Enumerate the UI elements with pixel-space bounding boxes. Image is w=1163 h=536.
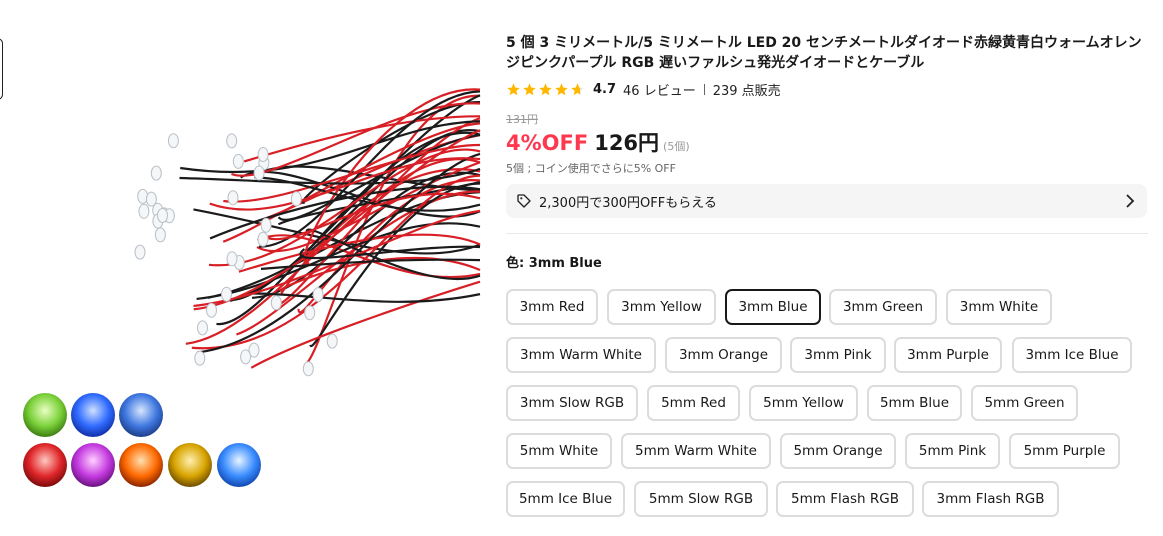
unit-quantity: (5個) <box>663 140 690 153</box>
led-head <box>302 361 314 377</box>
color-option-5mm-purple[interactable]: 5mm Purple <box>1009 433 1120 469</box>
color-option-3mm-ice-blue[interactable]: 3mm Ice Blue <box>1012 337 1132 373</box>
color-option-3mm-flash-rgb[interactable]: 3mm Flash RGB <box>922 481 1059 517</box>
color-option-5mm-yellow[interactable]: 5mm Yellow <box>749 385 858 421</box>
color-option-5mm-green[interactable]: 5mm Green <box>971 385 1078 421</box>
led-head <box>134 244 146 260</box>
rating-value: 4.7 <box>593 81 617 97</box>
coupon-banner[interactable]: 2,300円で300円OFFもらえる <box>506 184 1147 218</box>
color-option-3mm-white[interactable]: 3mm White <box>946 289 1052 325</box>
led-head <box>145 191 157 207</box>
led-head <box>194 350 206 366</box>
sold-count: 239 点販売 <box>712 83 781 99</box>
color-label: 色: 3mm Blue <box>506 256 602 271</box>
led-head <box>197 320 208 336</box>
star-icon <box>555 82 568 95</box>
section-divider <box>506 233 1148 234</box>
star-half-icon <box>571 82 584 95</box>
color-option-5mm-pink[interactable]: 5mm Pink <box>905 433 1000 469</box>
led-head <box>150 165 162 181</box>
star-rating[interactable] <box>506 82 585 97</box>
led-head <box>167 133 179 149</box>
led-head <box>304 305 316 321</box>
led-head <box>257 231 269 247</box>
color-option-3mm-red[interactable]: 3mm Red <box>506 289 598 325</box>
wire-bundle <box>179 88 481 369</box>
led-head <box>227 190 239 206</box>
led-head <box>240 349 252 365</box>
led-head <box>312 287 324 303</box>
original-price: 131円 <box>506 113 538 126</box>
led-head <box>206 302 217 318</box>
led-head <box>221 286 232 302</box>
color-swatches <box>23 393 261 487</box>
color-option-3mm-slow-rgb[interactable]: 3mm Slow RGB <box>506 385 638 421</box>
product-title: 5 個 3 ミリメートル/5 ミリメートル LED 20 センチメートルダイオー… <box>506 35 1142 71</box>
color-option-5mm-orange[interactable]: 5mm Orange <box>780 433 896 469</box>
led-head <box>226 133 238 149</box>
led-head <box>290 191 302 207</box>
color-option-5mm-red[interactable]: 5mm Red <box>647 385 740 421</box>
led-head <box>260 217 272 233</box>
reviews-link[interactable]: 46 レビュー <box>623 80 696 99</box>
color-option-5mm-ice-blue[interactable]: 5mm Ice Blue <box>506 481 625 517</box>
color-option-3mm-green[interactable]: 3mm Green <box>829 289 937 325</box>
led-head <box>326 333 338 349</box>
led-head <box>157 208 168 223</box>
color-option-5mm-warm-white[interactable]: 5mm Warm White <box>621 433 771 469</box>
star-icon <box>507 82 520 95</box>
current-price: 126円 <box>594 131 660 155</box>
color-option-5mm-blue[interactable]: 5mm Blue <box>867 385 962 421</box>
led-head <box>138 203 150 219</box>
star-icon <box>523 82 536 95</box>
coin-note: 5個 ; コイン使用でさらに5% OFF <box>506 162 676 175</box>
color-option-5mm-slow-rgb[interactable]: 5mm Slow RGB <box>634 481 768 517</box>
color-option-5mm-flash-rgb[interactable]: 5mm Flash RGB <box>776 481 914 517</box>
color-option-3mm-blue[interactable]: 3mm Blue <box>725 289 821 325</box>
star-icon <box>539 82 552 95</box>
tag-icon <box>517 194 531 208</box>
color-option-3mm-yellow[interactable]: 3mm Yellow <box>607 289 716 325</box>
product-info-panel: 5 個 3 ミリメートル/5 ミリメートル LED 20 センチメートルダイオー… <box>506 33 1148 271</box>
led-head <box>154 227 166 243</box>
color-option-3mm-orange[interactable]: 3mm Orange <box>665 337 782 373</box>
color-option-3mm-purple[interactable]: 3mm Purple <box>894 337 1002 373</box>
led-head <box>253 165 265 181</box>
coupon-text: 2,300円で300円OFFもらえる <box>539 195 717 211</box>
led-head <box>226 251 238 267</box>
product-image[interactable] <box>0 0 495 536</box>
led-head <box>232 153 244 169</box>
color-option-3mm-warm-white[interactable]: 3mm Warm White <box>506 337 656 373</box>
rating-row: 4.7 46 レビュー 239 点販売 <box>506 80 1148 99</box>
chevron-right-icon <box>1126 194 1135 208</box>
color-option-5mm-white[interactable]: 5mm White <box>506 433 612 469</box>
led-head <box>257 147 269 162</box>
color-option-3mm-pink[interactable]: 3mm Pink <box>790 337 886 373</box>
discount-badge: 4%OFF <box>506 131 589 155</box>
divider <box>703 83 705 95</box>
led-head <box>270 295 282 311</box>
price-row: 4%OFF 126円 (5個) <box>506 127 1148 159</box>
